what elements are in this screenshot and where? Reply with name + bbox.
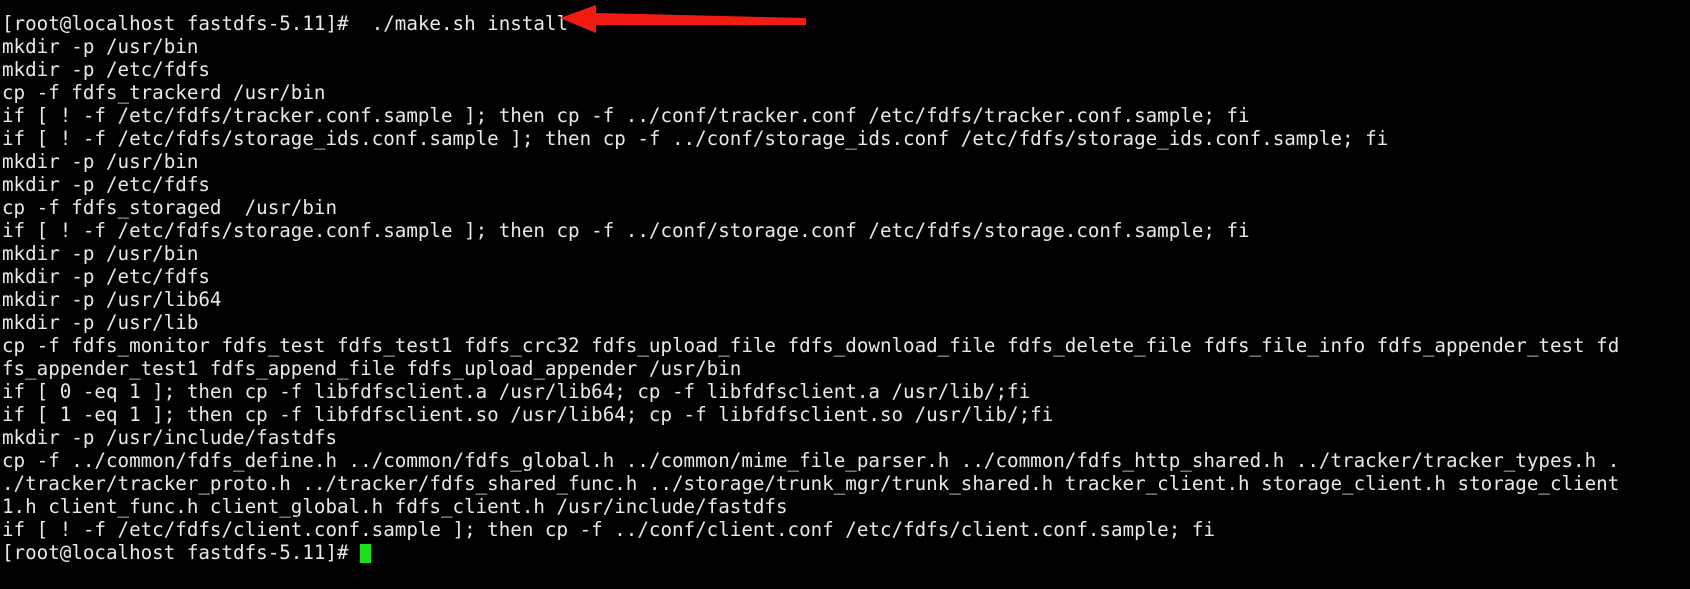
terminal-line: mkdir -p /usr/include/fastdfs <box>2 426 338 449</box>
terminal-line: mkdir -p /etc/fdfs <box>2 173 210 196</box>
terminal-window[interactable]: [root@localhost fastdfs-5.11]# ./make.sh… <box>0 0 1690 589</box>
terminal-line: cp -f ../common/fdfs_define.h ../common/… <box>2 449 1620 472</box>
terminal-line: mkdir -p /etc/fdfs <box>2 265 210 288</box>
terminal-line: if [ ! -f /etc/fdfs/storage.conf.sample … <box>2 219 1250 242</box>
terminal-line: if [ ! -f /etc/fdfs/storage_ids.conf.sam… <box>2 127 1389 150</box>
terminal-line: mkdir -p /usr/bin <box>2 150 199 173</box>
terminal-line: if [ ! -f /etc/fdfs/client.conf.sample ]… <box>2 518 1215 541</box>
terminal-line: cp -f fdfs_trackerd /usr/bin <box>2 81 326 104</box>
terminal-line-partial-top <box>0 0 1690 12</box>
terminal-line: mkdir -p /usr/bin <box>2 35 199 58</box>
terminal-line: cp -f fdfs_monitor fdfs_test fdfs_test1 … <box>2 334 1620 357</box>
terminal-line: cp -f fdfs_storaged /usr/bin <box>2 196 338 219</box>
terminal-cursor <box>359 544 371 563</box>
terminal-line: [root@localhost fastdfs-5.11]# ./make.sh… <box>2 12 569 35</box>
terminal-prompt-line[interactable]: [root@localhost fastdfs-5.11]# <box>0 541 1690 564</box>
terminal-line: mkdir -p /usr/bin <box>2 242 199 265</box>
prompt-text: [root@localhost fastdfs-5.11]# <box>2 541 349 564</box>
terminal-line: ./tracker/tracker_proto.h ../tracker/fdf… <box>2 472 1620 495</box>
terminal-line: 1.h client_func.h client_global.h fdfs_c… <box>2 495 788 518</box>
terminal-line: fs_appender_test1 fdfs_append_file fdfs_… <box>2 357 742 380</box>
terminal-line: mkdir -p /usr/lib64 <box>2 288 222 311</box>
terminal-line: mkdir -p /usr/lib <box>2 311 199 334</box>
terminal-line: if [ ! -f /etc/fdfs/tracker.conf.sample … <box>2 104 1250 127</box>
terminal-screen: [root@localhost fastdfs-5.11]# ./make.sh… <box>0 0 1690 564</box>
terminal-line: if [ 1 -eq 1 ]; then cp -f libfdfsclient… <box>2 403 1054 426</box>
terminal-line: if [ 0 -eq 1 ]; then cp -f libfdfsclient… <box>2 380 1031 403</box>
terminal-line: mkdir -p /etc/fdfs <box>2 58 210 81</box>
